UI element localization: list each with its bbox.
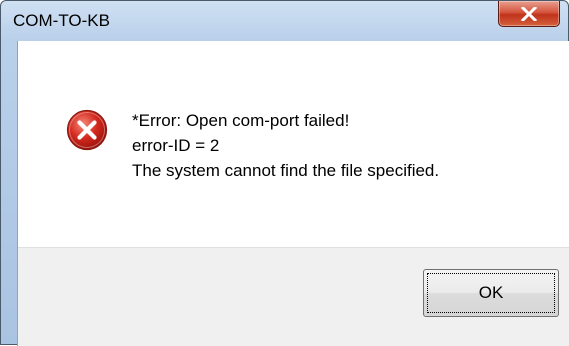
title-bar[interactable]: COM-TO-KB — [1, 1, 568, 41]
ok-button[interactable]: OK — [423, 269, 559, 317]
message-line-2: error-ID = 2 — [132, 136, 220, 155]
error-icon — [66, 109, 108, 151]
message-line-3: The system cannot find the file specifie… — [132, 161, 440, 180]
close-button[interactable] — [498, 1, 560, 27]
dialog-window: COM-TO-KB *Error: Open com-port failed! … — [0, 0, 569, 346]
message-line-1: *Error: Open com-port failed! — [132, 111, 350, 130]
dialog-body: *Error: Open com-port failed! error-ID =… — [17, 41, 569, 346]
window-title: COM-TO-KB — [13, 11, 110, 30]
close-icon — [521, 6, 537, 21]
ok-button-label: OK — [427, 273, 555, 313]
error-message: *Error: Open com-port failed! error-ID =… — [132, 108, 439, 183]
button-panel: OK — [18, 247, 569, 346]
